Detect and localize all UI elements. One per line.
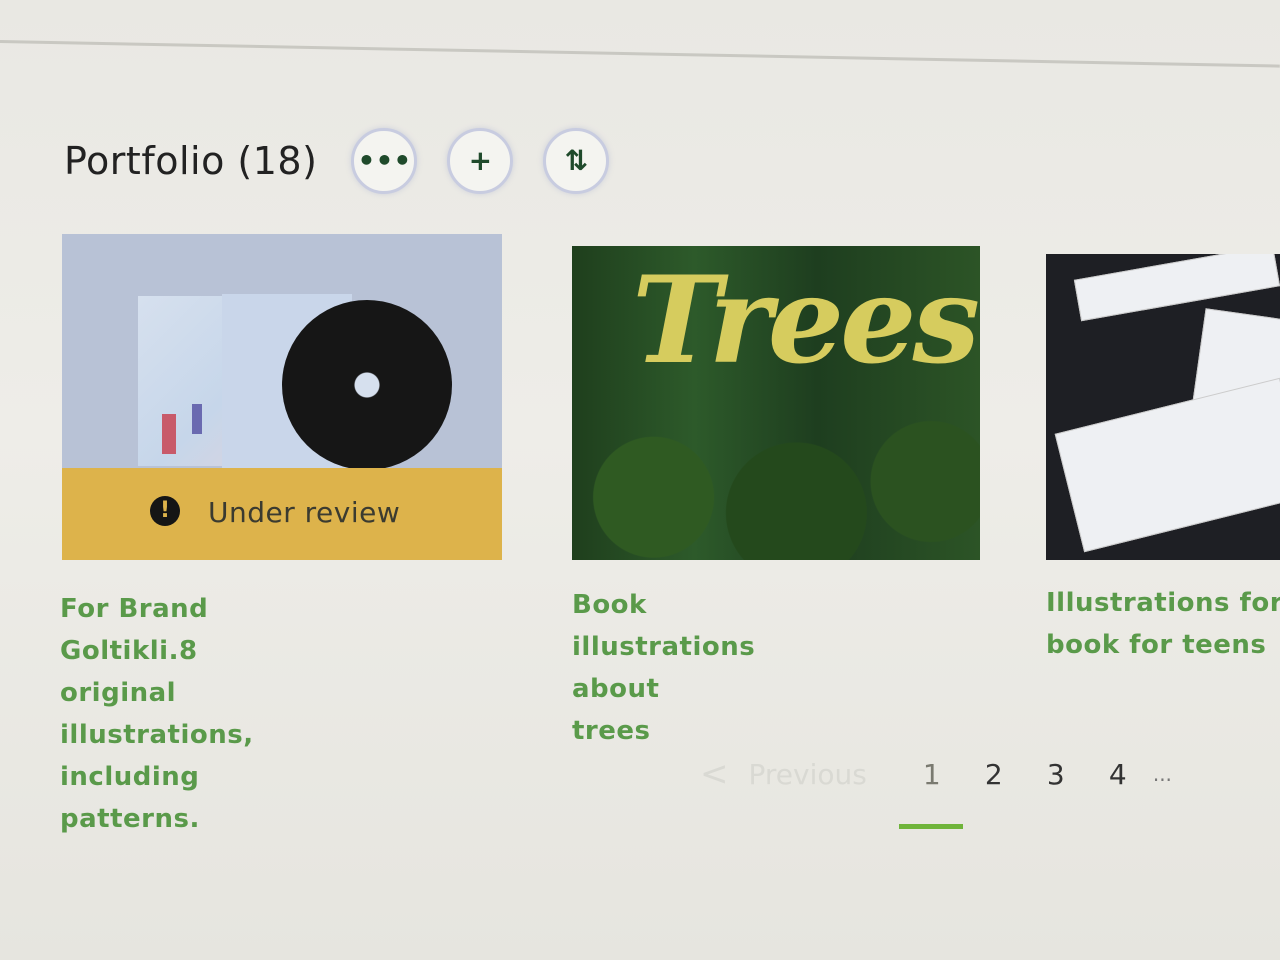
- card-thumbnail[interactable]: Trees: [572, 246, 980, 560]
- card-title-line: book for teens: [1046, 630, 1267, 660]
- chevron-left-icon: <: [700, 754, 729, 794]
- card-title[interactable]: For Brand Goltikli.8 original illustrati…: [60, 588, 254, 840]
- more-icon: •••: [357, 144, 412, 177]
- more-options-button[interactable]: •••: [351, 128, 418, 194]
- card-title-line: For Brand Goltikli.8: [60, 594, 209, 666]
- card-title-line: original illustrations,: [60, 678, 254, 750]
- add-project-button[interactable]: +: [447, 128, 514, 194]
- sort-button[interactable]: ⇅: [543, 128, 610, 194]
- page-1[interactable]: 1: [898, 758, 963, 829]
- plus-icon: +: [468, 144, 493, 177]
- card-title[interactable]: Book illustrations about trees: [572, 584, 755, 752]
- card-thumbnail[interactable]: [1046, 254, 1280, 560]
- trees-lettering: Trees: [632, 250, 980, 391]
- vinyl-record: [282, 300, 452, 470]
- page-ellipsis[interactable]: ...: [1153, 762, 1172, 786]
- card-title[interactable]: Illustrations for a book for teens: [1046, 582, 1280, 666]
- previous-button[interactable]: < Previous: [700, 754, 867, 794]
- card-title-line: including patterns.: [60, 762, 200, 834]
- page-3[interactable]: 3: [1025, 758, 1087, 791]
- portfolio-header: Portfolio (18) ••• + ⇅: [64, 128, 639, 194]
- top-divider: [0, 40, 1280, 68]
- sort-icon: ⇅: [564, 144, 589, 177]
- pagination: < Previous 1 2 3 4 ...: [700, 754, 1172, 829]
- page-4[interactable]: 4: [1087, 758, 1149, 791]
- status-badge: Under review: [208, 496, 401, 529]
- card-title-line: trees: [572, 716, 651, 746]
- previous-label: Previous: [748, 757, 867, 791]
- page-title: Portfolio (18): [64, 139, 318, 183]
- card-title-line: Illustrations for a: [1046, 588, 1280, 618]
- page-2[interactable]: 2: [963, 758, 1025, 791]
- card-title-line: Book illustrations about: [572, 590, 756, 704]
- card-thumbnail[interactable]: ! Under review: [62, 234, 502, 560]
- alert-icon: !: [150, 496, 180, 526]
